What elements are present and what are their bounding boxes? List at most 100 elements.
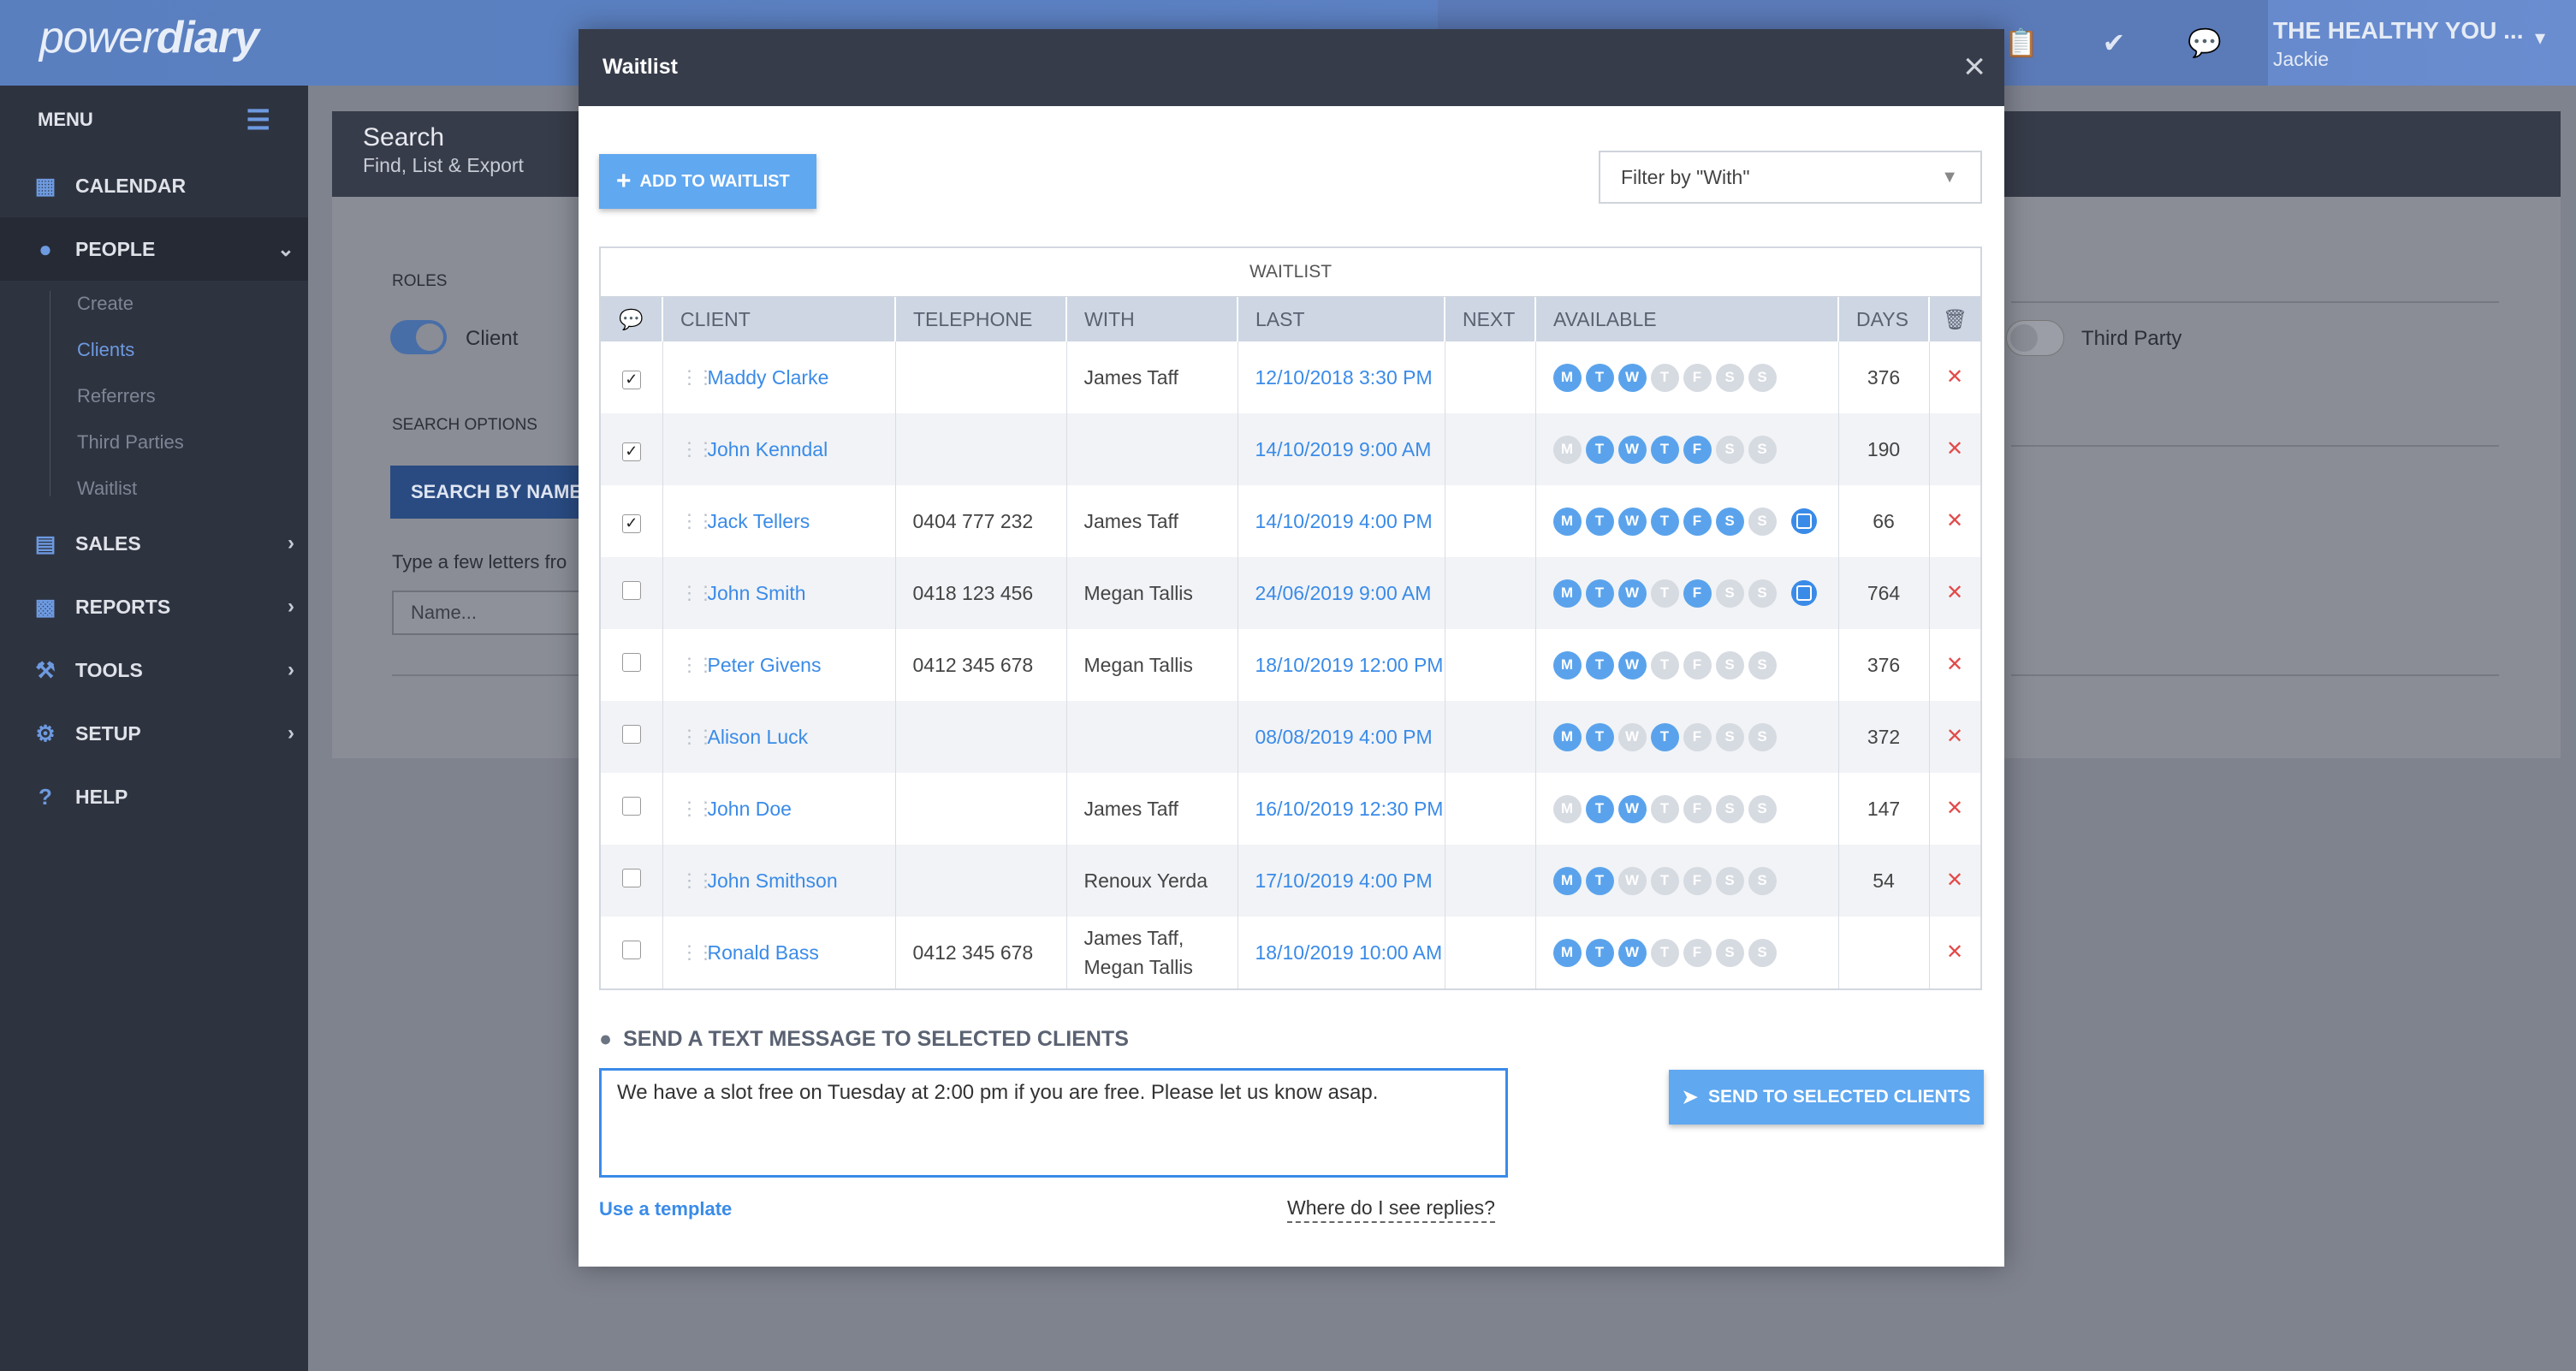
client-link[interactable]: John Smith bbox=[708, 579, 806, 608]
delete-icon[interactable]: ✕ bbox=[1929, 629, 1981, 701]
client-cell: ⋮⋮ Ronald Bass bbox=[662, 917, 896, 988]
column-header-with[interactable]: WITH bbox=[1066, 297, 1238, 341]
last-appointment-link[interactable]: 12/10/2018 3:30 PM bbox=[1238, 341, 1445, 413]
client-role-toggle[interactable] bbox=[390, 320, 447, 354]
delete-icon[interactable]: ✕ bbox=[1929, 485, 1981, 557]
table-row: ⋮⋮ John Smithson Renoux Yerda 17/10/2019 4:… bbox=[601, 845, 1981, 917]
row-checkbox[interactable] bbox=[621, 869, 641, 887]
column-header-days[interactable]: DAYS bbox=[1838, 297, 1930, 341]
last-appointment-link[interactable]: 14/10/2019 4:00 PM bbox=[1238, 485, 1445, 557]
day-availability-badge: W bbox=[1617, 363, 1647, 392]
column-header-telephone[interactable]: TELEPHONE bbox=[895, 297, 1067, 341]
add-to-waitlist-button[interactable]: + ADD TO WAITLIST bbox=[599, 154, 816, 209]
sidebar-subitem-clients[interactable]: Clients bbox=[77, 327, 308, 373]
day-availability-badge: S bbox=[1748, 435, 1777, 464]
drag-handle-icon[interactable]: ⋮⋮ bbox=[680, 368, 715, 387]
sidebar-subitem-third-parties[interactable]: Third Parties bbox=[77, 419, 308, 466]
practice-name[interactable]: THE HEALTHY YOU ... bbox=[2273, 17, 2523, 45]
search-by-name-button[interactable]: SEARCH BY NAME bbox=[390, 466, 587, 519]
delete-icon[interactable]: ✕ bbox=[1929, 557, 1981, 629]
chat-icon[interactable]: 💬 bbox=[2181, 19, 2229, 67]
last-appointment-link[interactable]: 24/06/2019 9:00 AM bbox=[1238, 557, 1445, 629]
last-appointment-link[interactable]: 14/10/2019 9:00 AM bbox=[1238, 413, 1445, 485]
close-icon[interactable]: × bbox=[1963, 46, 1985, 87]
client-cell: ⋮⋮ Jack Tellers bbox=[662, 485, 896, 557]
column-header-available[interactable]: AVAILABLE bbox=[1535, 297, 1839, 341]
delete-icon[interactable]: ✕ bbox=[1929, 341, 1981, 413]
sidebar-item-reports[interactable]: ▩ REPORTS › bbox=[0, 575, 308, 638]
user-name[interactable]: Jackie bbox=[2273, 48, 2329, 71]
client-link[interactable]: John Doe bbox=[708, 794, 792, 823]
drag-handle-icon[interactable]: ⋮⋮ bbox=[680, 440, 715, 459]
sidebar-subitem-create[interactable]: Create bbox=[77, 281, 308, 327]
client-link[interactable]: Jack Tellers bbox=[708, 507, 810, 536]
row-checkbox[interactable]: ✓ bbox=[621, 514, 641, 533]
client-link[interactable]: Ronald Bass bbox=[708, 938, 819, 967]
last-appointment-link[interactable]: 18/10/2019 12:00 PM bbox=[1238, 629, 1445, 701]
drag-handle-icon[interactable]: ⋮⋮ bbox=[680, 871, 715, 890]
divider bbox=[2011, 674, 2499, 676]
where-replies-link[interactable]: Where do I see replies? bbox=[1287, 1196, 1495, 1223]
sidebar-subitem-waitlist[interactable]: Waitlist bbox=[77, 466, 308, 512]
days-cell: 764 bbox=[1838, 557, 1930, 629]
check-circle-icon[interactable]: ✔ bbox=[2090, 19, 2138, 67]
row-checkbox[interactable] bbox=[621, 653, 641, 672]
app-logo[interactable]: powerdiary bbox=[39, 12, 259, 63]
drag-handle-icon[interactable]: ⋮⋮ bbox=[680, 727, 715, 746]
chevron-down-icon[interactable]: ▾ bbox=[2535, 26, 2545, 50]
client-link[interactable]: Peter Givens bbox=[708, 650, 822, 680]
drag-handle-icon[interactable]: ⋮⋮ bbox=[680, 584, 715, 602]
last-appointment-link[interactable]: 08/08/2019 4:00 PM bbox=[1238, 701, 1445, 773]
sidebar-item-tools[interactable]: ⚒ TOOLS › bbox=[0, 638, 308, 702]
client-link[interactable]: John Smithson bbox=[708, 866, 838, 895]
last-appointment-link[interactable]: 16/10/2019 12:30 PM bbox=[1238, 773, 1445, 845]
last-appointment-link[interactable]: 17/10/2019 4:00 PM bbox=[1238, 845, 1445, 917]
delete-icon[interactable]: ✕ bbox=[1929, 773, 1981, 845]
sms-message-input[interactable]: We have a slot free on Tuesday at 2:00 p… bbox=[599, 1068, 1508, 1178]
hamburger-icon[interactable]: ☰ bbox=[246, 104, 270, 136]
last-appointment-link[interactable]: 18/10/2019 10:00 AM bbox=[1238, 917, 1445, 988]
drag-handle-icon[interactable]: ⋮⋮ bbox=[680, 512, 715, 531]
third-party-role-toggle[interactable] bbox=[2006, 320, 2064, 356]
delete-icon[interactable]: ✕ bbox=[1929, 917, 1981, 988]
day-availability-badge: S bbox=[1715, 794, 1744, 823]
note-icon[interactable] bbox=[1790, 580, 1817, 606]
row-checkbox[interactable]: ✓ bbox=[621, 371, 641, 389]
available-cell: MTWTFSS bbox=[1535, 917, 1839, 988]
sidebar-item-help[interactable]: ? HELP bbox=[0, 765, 308, 828]
delete-icon[interactable]: ✕ bbox=[1929, 413, 1981, 485]
row-checkbox[interactable] bbox=[621, 581, 641, 600]
sidebar-item-people[interactable]: ● PEOPLE ⌄ bbox=[0, 217, 308, 281]
client-link[interactable]: John Kenndal bbox=[708, 435, 828, 464]
comments-icon: 💬 bbox=[619, 307, 644, 330]
send-to-selected-button[interactable]: ➤ SEND TO SELECTED CLIENTS bbox=[1669, 1070, 1984, 1125]
name-input[interactable]: Name... bbox=[392, 591, 589, 635]
client-link[interactable]: Alison Luck bbox=[708, 722, 809, 751]
delete-icon[interactable]: ✕ bbox=[1929, 845, 1981, 917]
sidebar-item-calendar[interactable]: ▦ CALENDAR bbox=[0, 154, 308, 217]
client-link[interactable]: Maddy Clarke bbox=[708, 363, 829, 392]
clipboard-icon[interactable]: 📋 bbox=[1997, 19, 2045, 67]
use-template-link[interactable]: Use a template bbox=[599, 1198, 732, 1220]
page-title: Search bbox=[363, 123, 445, 151]
note-icon[interactable] bbox=[1790, 508, 1817, 534]
day-availability-badge: T bbox=[1650, 866, 1679, 895]
sidebar-item-setup[interactable]: ⚙ SETUP › bbox=[0, 702, 308, 765]
sidebar-subitem-referrers[interactable]: Referrers bbox=[77, 373, 308, 419]
calendar-icon: ▦ bbox=[34, 172, 56, 199]
column-header-next[interactable]: NEXT bbox=[1445, 297, 1536, 341]
column-header-client[interactable]: CLIENT bbox=[662, 297, 896, 341]
delete-icon[interactable]: ✕ bbox=[1929, 701, 1981, 773]
drag-handle-icon[interactable]: ⋮⋮ bbox=[680, 943, 715, 962]
row-checkbox[interactable] bbox=[621, 941, 641, 959]
drag-handle-icon[interactable]: ⋮⋮ bbox=[680, 656, 715, 674]
filter-by-with-select[interactable]: Filter by "With" ▼ bbox=[1599, 151, 1982, 204]
row-checkbox[interactable] bbox=[621, 797, 641, 816]
day-availability-badge: W bbox=[1617, 579, 1647, 608]
row-checkbox[interactable]: ✓ bbox=[621, 442, 641, 461]
column-header-last[interactable]: LAST bbox=[1238, 297, 1445, 341]
row-checkbox[interactable] bbox=[621, 725, 641, 744]
available-cell: MTWTFSS bbox=[1535, 845, 1839, 917]
sidebar-item-sales[interactable]: ▤ SALES › bbox=[0, 512, 308, 575]
drag-handle-icon[interactable]: ⋮⋮ bbox=[680, 799, 715, 818]
